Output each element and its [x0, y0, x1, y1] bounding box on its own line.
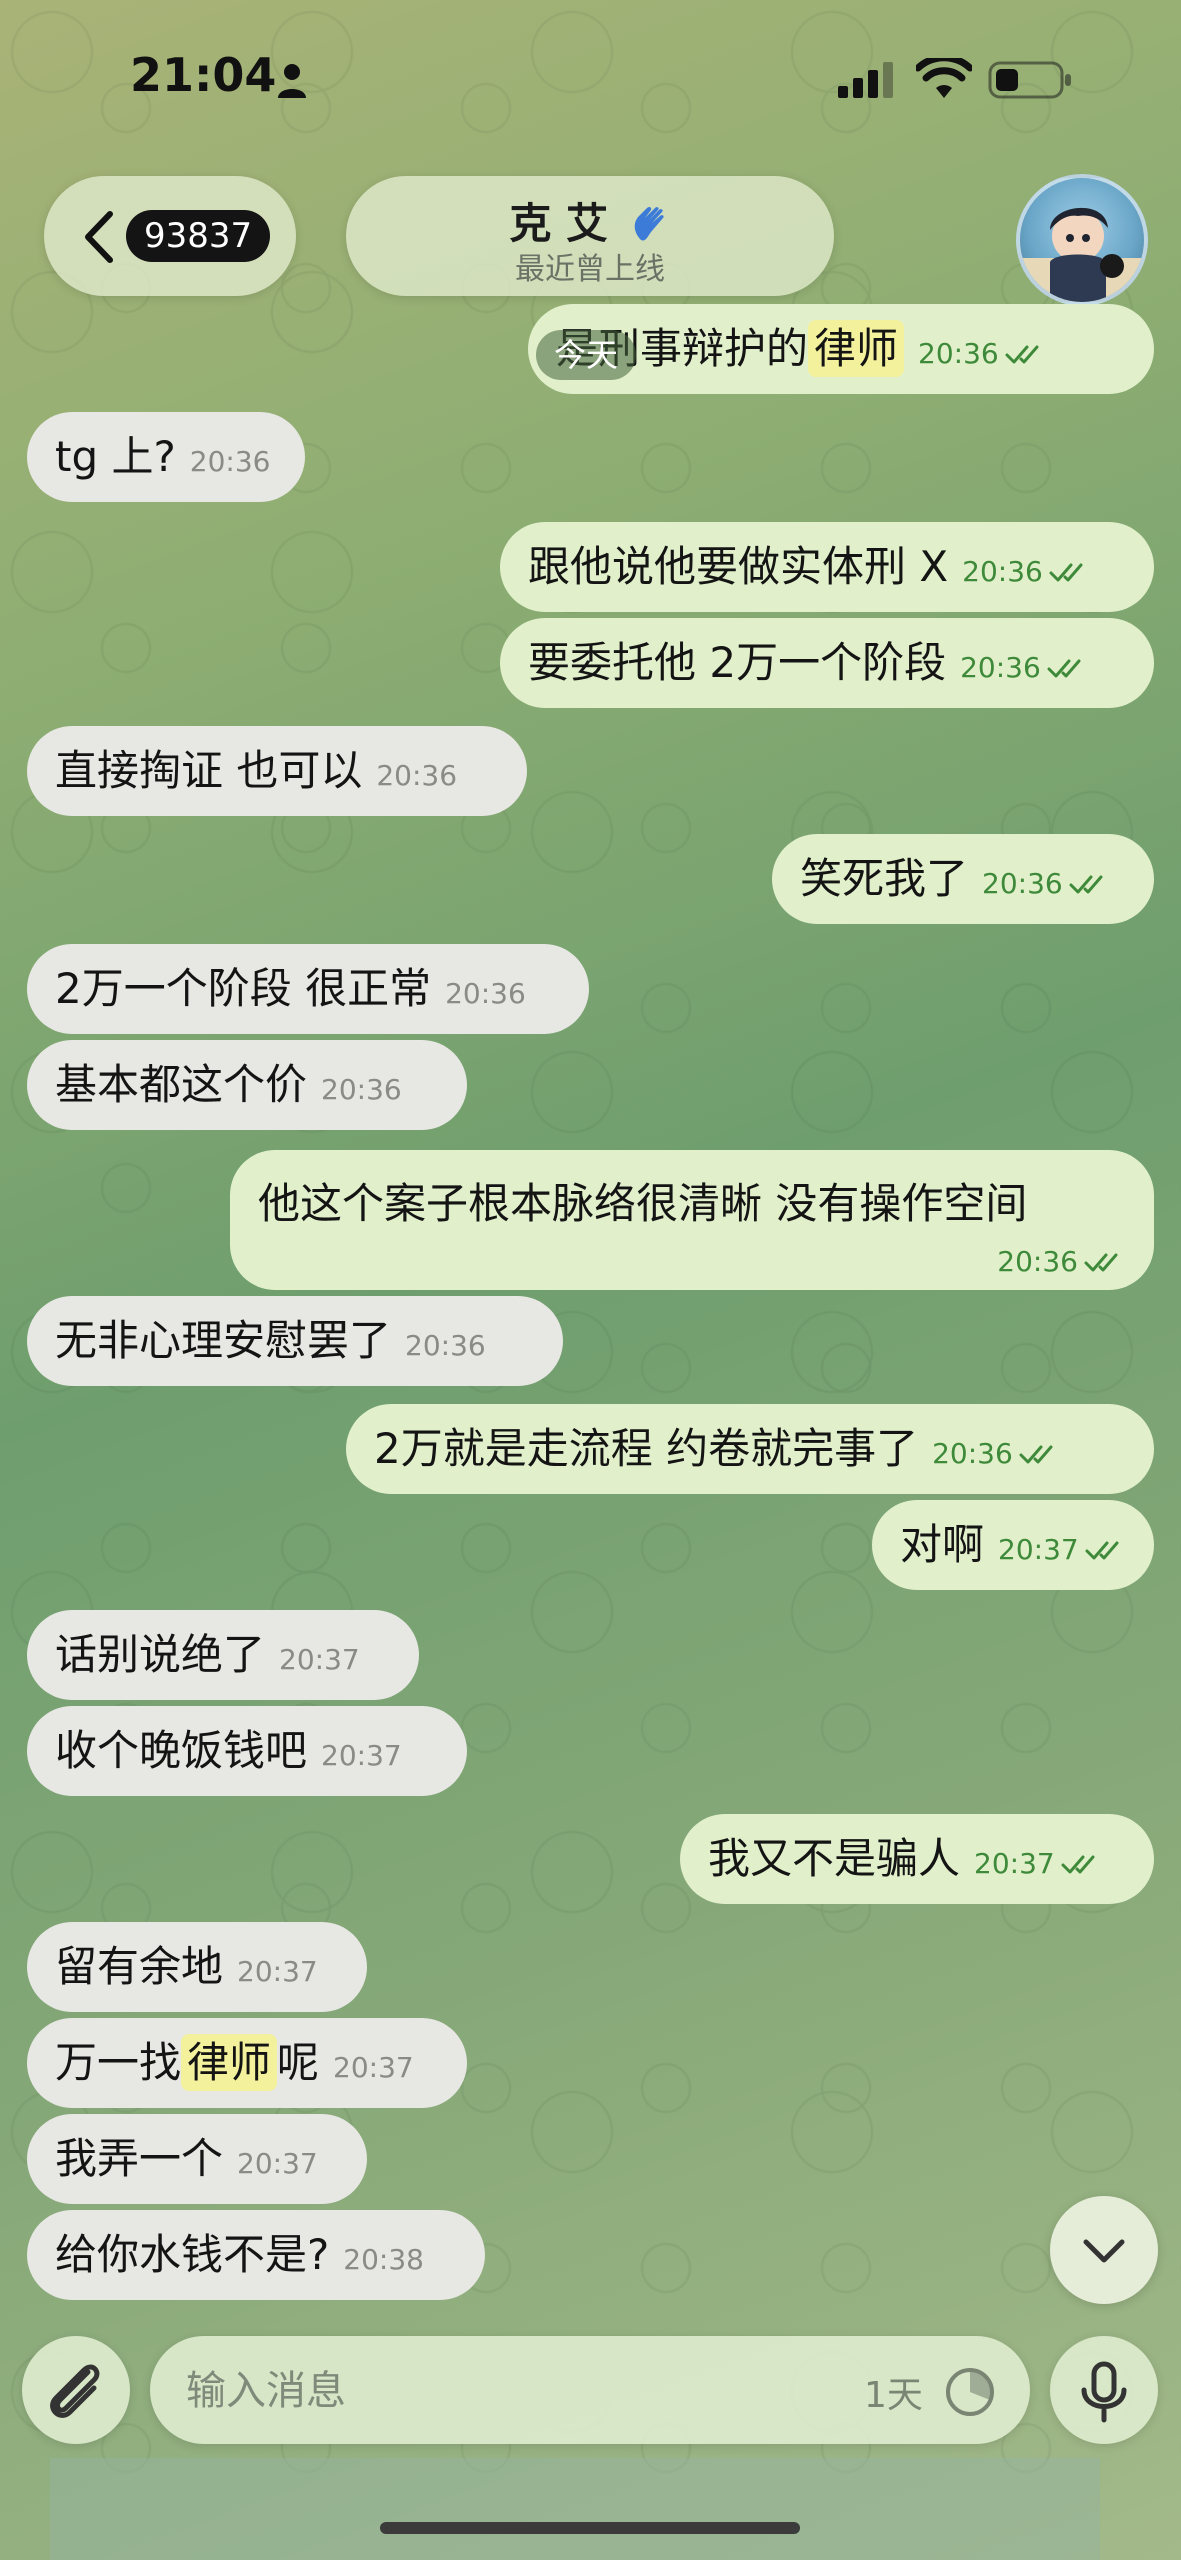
incoming-message[interactable]: 给你水钱不是? 20:38 [27, 2210, 485, 2300]
message-time: 20:36 [189, 445, 271, 478]
message-text: 跟他说他要做实体刑 X [528, 542, 949, 591]
incoming-message[interactable]: 收个晚饭钱吧 20:37 [27, 1706, 467, 1796]
message-time: 20:36 [962, 555, 1043, 588]
timer-icon[interactable] [942, 2364, 998, 2420]
message-text: 收个晚饭钱吧 [55, 1726, 308, 1775]
signal-icon [838, 62, 893, 98]
read-ticks-icon [1005, 345, 1039, 364]
incoming-message[interactable]: 2万一个阶段 很正常 20:36 [27, 944, 589, 1034]
message-time: 20:37 [237, 1955, 318, 1988]
read-ticks-icon [1085, 1541, 1119, 1560]
chat-title-button[interactable]: 克 艾 最近曾上线 [346, 176, 834, 296]
wifi-icon [916, 58, 972, 98]
read-ticks-icon [1084, 1253, 1118, 1272]
incoming-message[interactable]: 我弄一个 20:37 [27, 2114, 367, 2204]
incoming-message[interactable]: 直接掏证 也可以 20:36 [27, 726, 527, 816]
incoming-message[interactable]: 留有余地 20:37 [27, 1922, 367, 2012]
message-time: 20:36 [997, 1245, 1078, 1278]
home-indicator[interactable] [380, 2522, 800, 2534]
message-text: 2万就是走流程 约卷就完事了 [374, 1424, 919, 1473]
incoming-message[interactable]: 无非心理安慰罢了 20:36 [27, 1296, 563, 1386]
outgoing-message[interactable]: 我又不是骗人 20:37 [680, 1814, 1154, 1904]
avatar[interactable] [1016, 174, 1148, 306]
battery-icon [988, 61, 1071, 99]
avatar-image [1020, 207, 1144, 302]
message-time: 20:36 [321, 1073, 402, 1106]
outgoing-message[interactable]: 跟他说他要做实体刑 X 20:36 [500, 522, 1154, 612]
chat-status: 最近曾上线 [515, 252, 665, 287]
message-time: 20:36 [376, 759, 458, 792]
incoming-message[interactable]: 基本都这个价 20:36 [27, 1040, 467, 1130]
message-time: 20:36 [932, 1437, 1013, 1470]
message-text: 对啊 [900, 1520, 985, 1569]
search-highlight: 律师 [808, 320, 905, 377]
incoming-message[interactable]: tg 上? 20:36 [27, 412, 305, 502]
message-text: 2万一个阶段 很正常 [55, 964, 432, 1013]
message-time: 20:37 [321, 1739, 402, 1772]
back-button[interactable]: 93837 [44, 176, 296, 296]
message-text: 我弄一个 [55, 2134, 224, 2183]
message-text: 基本都这个价 [55, 1060, 308, 1109]
message-text: 万一找 [55, 2038, 182, 2087]
message-input[interactable] [184, 2358, 788, 2424]
voice-record-button[interactable] [1050, 2336, 1158, 2444]
scroll-down-button[interactable] [1050, 2196, 1158, 2304]
chat-name-text: 克 艾 [509, 199, 608, 248]
message-text: 话别说绝了 [55, 1630, 266, 1679]
message-time: 20:37 [237, 2147, 318, 2180]
incoming-message[interactable]: 万一找 律师呢 20:37 [27, 2018, 467, 2108]
read-ticks-icon [1069, 875, 1103, 894]
message-meta: 20:36 [997, 1245, 1126, 1278]
paperclip-icon [50, 2364, 100, 2418]
read-ticks-icon [1061, 1855, 1095, 1874]
message-text: 笑死我了 [800, 854, 969, 903]
message-text: 给你水钱不是? [55, 2230, 330, 2279]
message-time: 20:36 [445, 977, 526, 1010]
status-bar: 21:04 [0, 0, 1181, 150]
message-time: 20:37 [998, 1533, 1079, 1566]
outgoing-message[interactable]: 他这个案子根本脉络很清晰 没有操作空间 20:36 [230, 1150, 1154, 1290]
message-time: 20:38 [343, 2243, 424, 2276]
attach-button[interactable] [22, 2336, 130, 2444]
outgoing-message[interactable]: 要委托他 2万一个阶段 20:36 [500, 618, 1154, 708]
message-time: 20:36 [918, 337, 999, 370]
microphone-icon [1081, 2361, 1127, 2423]
message-text: 留有余地 [55, 1942, 224, 1991]
auto-delete-timer-label: 1天 [864, 2375, 923, 2416]
message-text: 要委托他 2万一个阶段 [528, 638, 947, 687]
outgoing-message[interactable]: 2万就是走流程 约卷就完事了 20:36 [346, 1404, 1154, 1494]
read-ticks-icon [1047, 659, 1081, 678]
message-input-field[interactable]: 1天 [150, 2336, 1030, 2444]
read-ticks-icon [1049, 563, 1083, 582]
message-text: 呢 [277, 2038, 320, 2087]
message-time: 20:36 [960, 651, 1041, 684]
message-text: 直接掏证 也可以 [55, 746, 363, 795]
message-time: 20:36 [982, 867, 1063, 900]
message-time: 20:37 [279, 1643, 360, 1676]
message-time: 20:36 [405, 1329, 486, 1362]
unread-count-badge: 93837 [126, 210, 271, 262]
date-chip: 今天 [536, 330, 637, 380]
chat-name: 克 艾 [346, 190, 834, 251]
wave-emoji-icon [634, 206, 664, 241]
message-time: 20:37 [974, 1847, 1055, 1880]
message-text: 我又不是骗人 [708, 1834, 961, 1883]
keyboard-preview-strip [50, 2458, 1100, 2560]
search-highlight: 律师 [181, 2034, 278, 2091]
read-ticks-icon [1019, 1445, 1053, 1464]
message-text: 他这个案子根本脉络很清晰 没有操作空间 [258, 1179, 1028, 1228]
message-text: 无非心理安慰罢了 [55, 1316, 392, 1365]
message-text: tg 上? [55, 432, 176, 481]
incoming-message[interactable]: 话别说绝了 20:37 [27, 1610, 419, 1700]
person-icon [278, 64, 306, 98]
message-text-wrap: 他这个案子根本脉络很清晰 没有操作空间 [258, 1170, 1027, 1231]
outgoing-message[interactable]: 笑死我了 20:36 [772, 834, 1154, 924]
message-time: 20:37 [333, 2051, 414, 2084]
status-time: 21:04 [130, 48, 277, 102]
outgoing-message[interactable]: 对啊 20:37 [872, 1500, 1154, 1590]
chevron-down-icon [1083, 2239, 1125, 2263]
back-chevron-icon [85, 211, 113, 263]
